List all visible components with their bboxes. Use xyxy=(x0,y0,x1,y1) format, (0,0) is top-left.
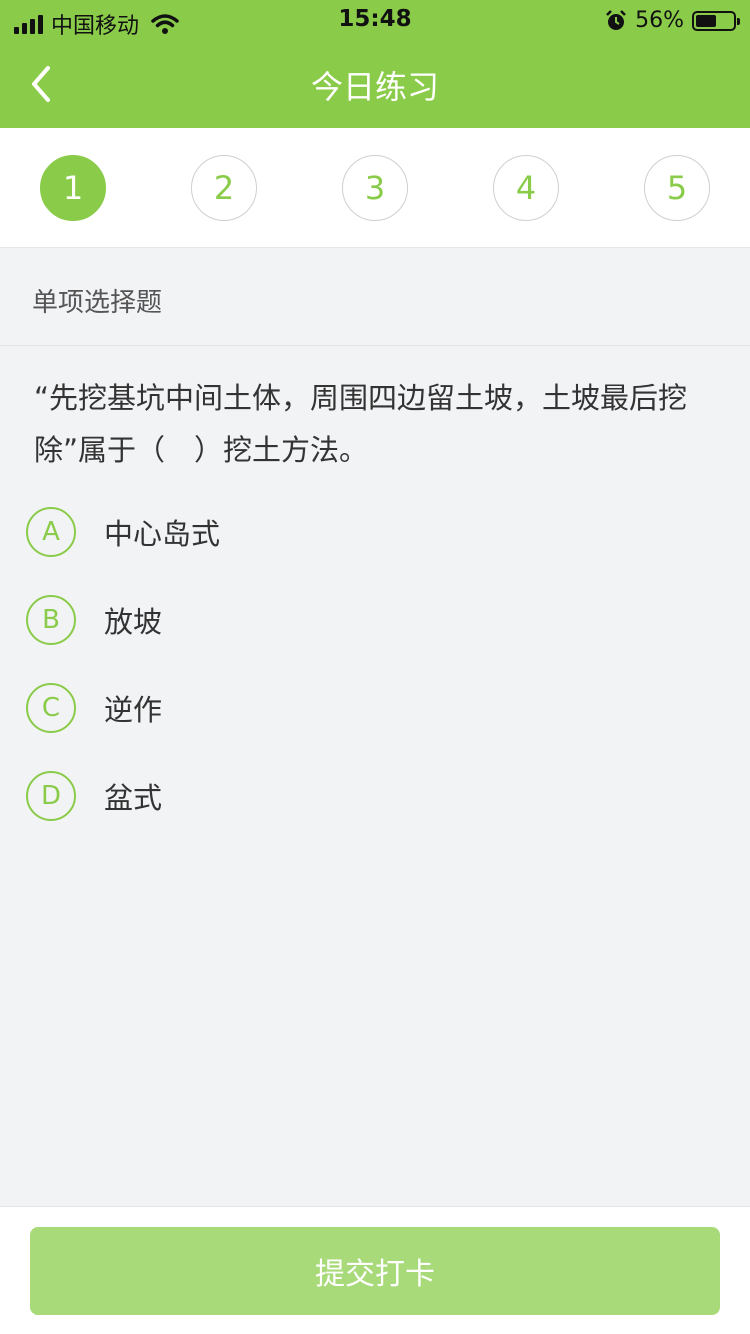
option-a[interactable]: A 中心岛式 xyxy=(0,488,750,576)
question-type: 单项选择题 xyxy=(0,248,750,346)
option-a-text: 中心岛式 xyxy=(104,517,221,551)
battery-percent: 56% xyxy=(635,8,684,33)
step-2[interactable]: 2 xyxy=(191,154,257,221)
header: 中国移动 15:48 56% 今日练习 xyxy=(0,0,750,128)
step-4[interactable]: 4 xyxy=(493,154,559,221)
page-title: 今日练习 xyxy=(310,68,439,106)
step-1[interactable]: 1 xyxy=(40,154,106,221)
option-c-text: 逆作 xyxy=(104,693,163,727)
question-text: “先挖基坑中间土体，周围四边留土坡，土坡最后挖除”属于（ ）挖土方法。 xyxy=(34,381,688,467)
option-a-key: A xyxy=(26,507,76,557)
option-d-text: 盆式 xyxy=(104,781,163,815)
step-5[interactable]: 5 xyxy=(644,154,710,221)
nav-bar: 今日练习 xyxy=(0,40,750,128)
question-stepper: 1 2 3 4 5 xyxy=(0,128,750,248)
alarm-icon xyxy=(606,9,626,30)
status-bar: 中国移动 15:48 56% xyxy=(0,0,750,40)
submit-checkin-button[interactable]: 提交打卡 xyxy=(30,1227,720,1315)
option-d-key: D xyxy=(26,771,76,821)
option-b-text: 放坡 xyxy=(104,605,163,639)
option-b-key: B xyxy=(26,595,76,645)
step-3[interactable]: 3 xyxy=(342,154,408,221)
bottom-bar: 提交打卡 xyxy=(0,1206,750,1334)
option-c[interactable]: C 逆作 xyxy=(0,664,750,752)
status-right: 56% xyxy=(605,8,740,33)
option-b[interactable]: B 放坡 xyxy=(0,576,750,664)
battery-icon xyxy=(692,10,740,31)
options-list: A 中心岛式 B 放坡 C 逆作 D 盆式 xyxy=(0,476,750,840)
option-d[interactable]: D 盆式 xyxy=(0,752,750,840)
option-c-key: C xyxy=(26,683,76,733)
